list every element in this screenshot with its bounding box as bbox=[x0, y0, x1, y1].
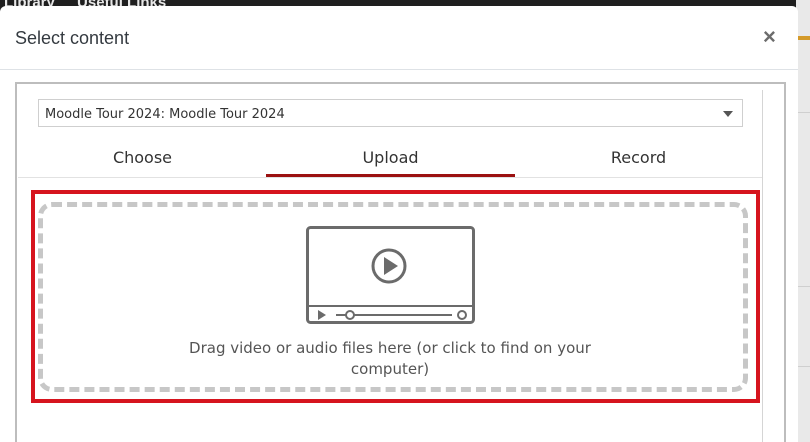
course-select[interactable]: Moodle Tour 2024: Moodle Tour 2024 bbox=[38, 99, 743, 127]
tab-choose[interactable]: Choose bbox=[18, 148, 267, 180]
modal-header: Select content × bbox=[0, 6, 798, 70]
background-accent bbox=[796, 36, 810, 40]
course-select-value: Moodle Tour 2024: Moodle Tour 2024 bbox=[45, 107, 285, 122]
background-divider bbox=[796, 366, 810, 367]
chevron-down-icon bbox=[723, 111, 733, 117]
tab-record[interactable]: Record bbox=[514, 148, 763, 180]
background-divider bbox=[796, 112, 810, 113]
video-player-icon bbox=[306, 226, 475, 324]
background-page-edge bbox=[796, 0, 810, 442]
frame-scroll-edge bbox=[762, 90, 763, 442]
tabs-divider bbox=[18, 177, 762, 178]
background-divider bbox=[796, 286, 810, 287]
modal-title: Select content bbox=[15, 28, 130, 48]
dropzone-instructions: Drag video or audio files here (or click… bbox=[189, 339, 591, 378]
close-icon[interactable]: × bbox=[763, 26, 776, 48]
